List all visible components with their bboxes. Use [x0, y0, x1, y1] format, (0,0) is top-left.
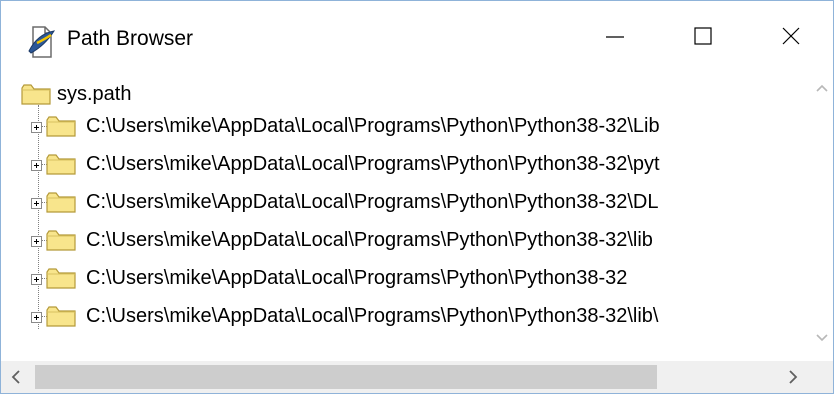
scroll-left-arrow-icon[interactable]	[1, 361, 33, 393]
tree-item-label: C:\Users\mike\AppData\Local\Programs\Pyt…	[86, 190, 659, 213]
expand-plus-icon[interactable]	[31, 273, 42, 285]
tree-item-label: C:\Users\mike\AppData\Local\Programs\Pyt…	[86, 304, 659, 327]
folder-icon	[46, 192, 76, 213]
minimize-button[interactable]	[571, 1, 659, 71]
minimize-icon	[606, 36, 624, 38]
tree-item-label: C:\Users\mike\AppData\Local\Programs\Pyt…	[86, 152, 660, 175]
tree-item-label: C:\Users\mike\AppData\Local\Programs\Pyt…	[86, 266, 628, 289]
scroll-down-arrow-icon[interactable]	[811, 329, 833, 347]
window-title: Path Browser	[67, 27, 194, 50]
scrollbar-corner	[811, 361, 833, 393]
maximize-button[interactable]	[659, 1, 747, 71]
horizontal-scrollbar[interactable]	[1, 361, 811, 393]
scroll-up-arrow-icon[interactable]	[811, 79, 833, 97]
expand-plus-icon[interactable]	[31, 197, 42, 209]
tree-item[interactable]: C:\Users\mike\AppData\Local\Programs\Pyt…	[31, 149, 660, 179]
maximize-icon	[694, 27, 712, 45]
tree-item[interactable]: C:\Users\mike\AppData\Local\Programs\Pyt…	[31, 263, 627, 293]
tree-item[interactable]: C:\Users\mike\AppData\Local\Programs\Pyt…	[31, 301, 659, 331]
close-button[interactable]	[747, 1, 835, 71]
title-bar[interactable]: Path Browser	[1, 1, 833, 71]
tree-item-label: C:\Users\mike\AppData\Local\Programs\Pyt…	[86, 228, 653, 251]
folder-icon	[46, 116, 76, 137]
folder-icon	[46, 154, 76, 175]
expand-plus-icon[interactable]	[31, 159, 42, 171]
vertical-scrollbar[interactable]	[811, 71, 833, 359]
expand-plus-icon[interactable]	[31, 235, 42, 247]
tree-item-label: C:\Users\mike\AppData\Local\Programs\Pyt…	[86, 114, 660, 137]
folder-icon	[46, 306, 76, 327]
horizontal-scroll-thumb[interactable]	[35, 365, 657, 389]
tree-item[interactable]: C:\Users\mike\AppData\Local\Programs\Pyt…	[31, 111, 660, 141]
expand-plus-icon[interactable]	[31, 311, 42, 323]
scroll-right-arrow-icon[interactable]	[777, 361, 809, 393]
folder-icon	[21, 84, 51, 105]
tree-item[interactable]: C:\Users\mike\AppData\Local\Programs\Pyt…	[31, 225, 653, 255]
folder-icon	[46, 268, 76, 289]
tree-item[interactable]: C:\Users\mike\AppData\Local\Programs\Pyt…	[31, 187, 659, 217]
idle-feather-icon	[28, 26, 56, 58]
path-browser-window: Path Browser sys.path C:\Users\mike\AppD…	[0, 0, 834, 394]
path-tree: sys.path C:\Users\mike\AppData\Local\Pro…	[1, 71, 811, 359]
expand-plus-icon[interactable]	[31, 121, 42, 133]
folder-icon	[46, 230, 76, 251]
close-icon	[782, 27, 800, 45]
tree-root-label: sys.path	[57, 82, 132, 105]
